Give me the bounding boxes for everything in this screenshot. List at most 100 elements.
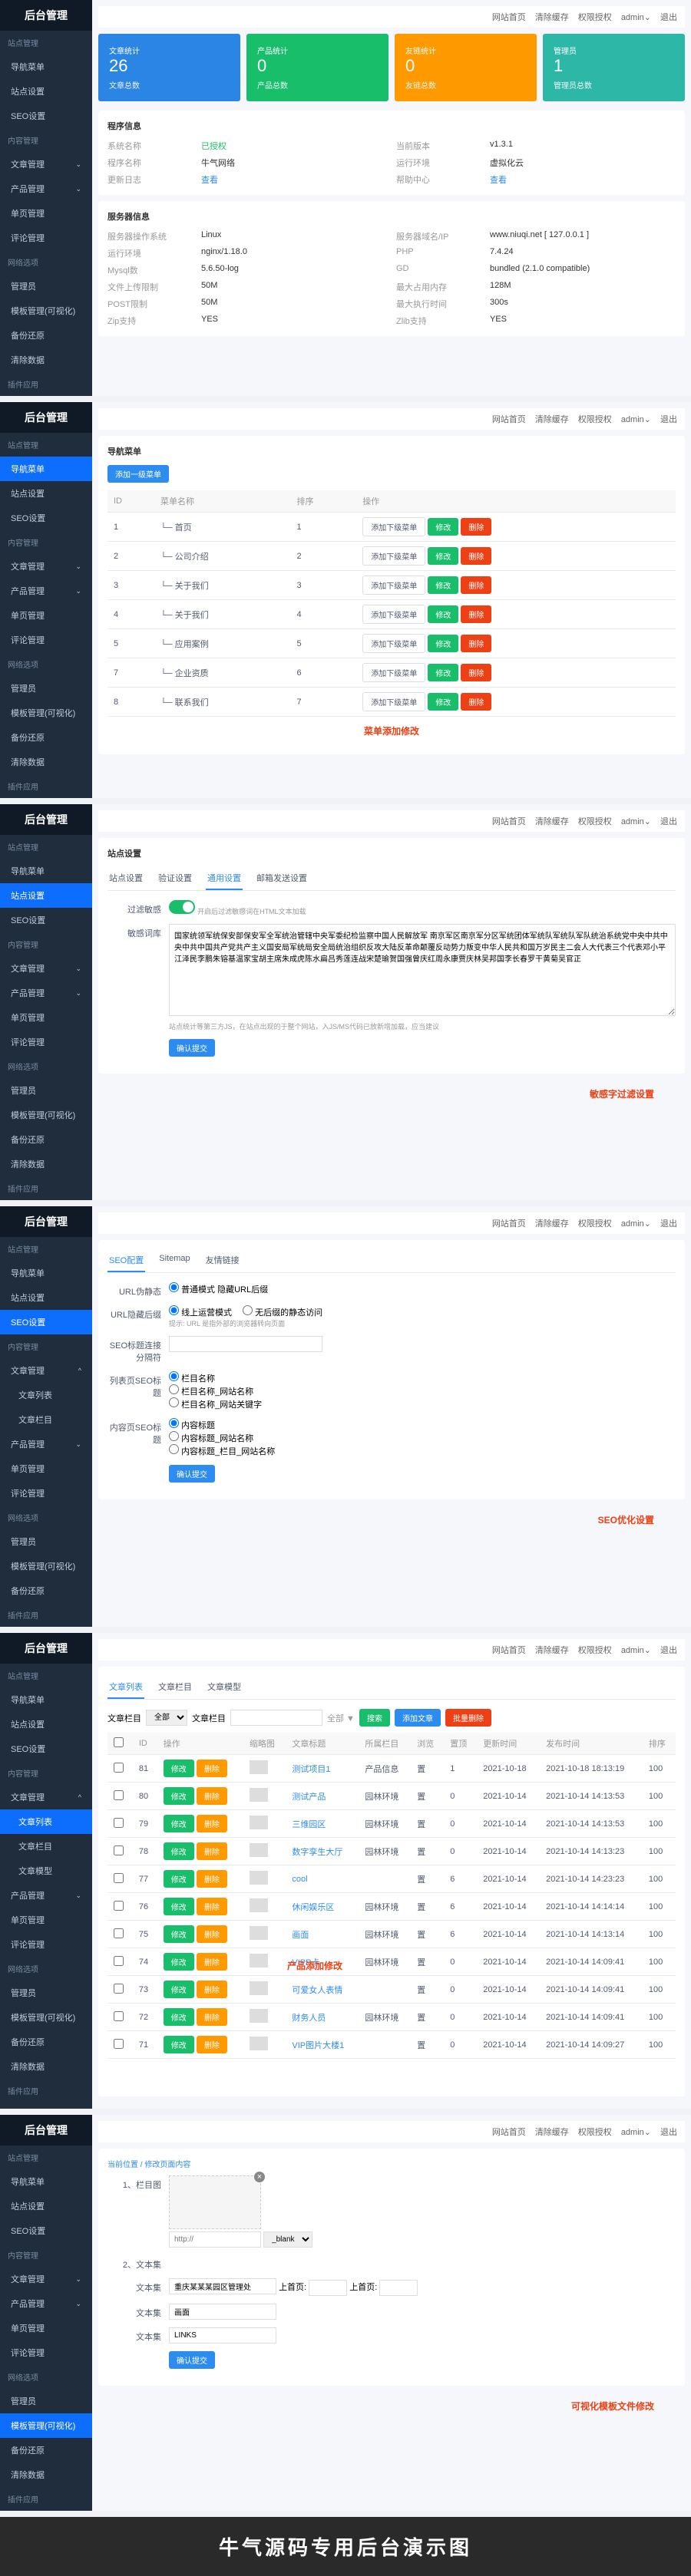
edit-button[interactable]: 修改 <box>164 1815 194 1832</box>
edit-button[interactable]: 修改 <box>164 1760 194 1777</box>
row-checkbox[interactable] <box>114 1984 124 1994</box>
tab-site[interactable]: 站点设置 <box>107 867 144 890</box>
text1-input[interactable] <box>169 2278 276 2294</box>
tab-sitemap[interactable]: Sitemap <box>157 1249 191 1272</box>
tab-email[interactable]: 邮箱发送设置 <box>255 867 309 890</box>
filter-switch[interactable] <box>169 900 195 914</box>
backup-menu-item[interactable]: 备份还原 <box>0 323 92 348</box>
add-sub-button[interactable]: 添加下级菜单 <box>362 517 425 536</box>
edit-button[interactable]: 修改 <box>428 547 458 565</box>
edit-button[interactable]: 修改 <box>164 1898 194 1915</box>
changelog-link[interactable]: 查看 <box>201 173 387 186</box>
template-menu-item[interactable]: 模板管理(可视化) <box>0 298 92 323</box>
single-menu-item[interactable]: 单页管理 <box>0 201 92 226</box>
help-link[interactable]: 查看 <box>490 173 676 186</box>
edit-button[interactable]: 修改 <box>428 635 458 652</box>
search-input[interactable] <box>230 1710 322 1726</box>
article-title-link[interactable]: 测试产品 <box>292 1793 326 1802</box>
article-title-link[interactable]: cool <box>292 1875 307 1884</box>
tab-general[interactable]: 通用设置 <box>206 867 243 890</box>
edit-button[interactable]: 修改 <box>428 518 458 536</box>
row-checkbox[interactable] <box>114 2011 124 2021</box>
row-checkbox[interactable] <box>114 1763 124 1773</box>
text3-input[interactable] <box>169 2327 276 2343</box>
article-title-link[interactable]: 财务人员 <box>292 2014 326 2023</box>
template-menu-active[interactable]: 模板管理(可视化) <box>0 2413 92 2438</box>
nav-menu-item-active[interactable]: 导航菜单 <box>0 457 92 481</box>
clear-menu-item[interactable]: 清除数据 <box>0 348 92 372</box>
delete-button[interactable]: 删除 <box>461 576 491 594</box>
add-article-button[interactable]: 添加文章 <box>395 1709 441 1727</box>
row-checkbox[interactable] <box>114 1901 124 1911</box>
article-title-link[interactable]: VIP图片大楼1 <box>292 2041 344 2050</box>
delete-button[interactable]: 删除 <box>461 664 491 681</box>
urlmode-radio[interactable] <box>169 1282 179 1292</box>
row-checkbox[interactable] <box>114 1818 124 1828</box>
tab-links[interactable]: 友情链接 <box>204 1249 241 1272</box>
clear-cache-link[interactable]: 清除缓存 <box>535 11 569 23</box>
site-menu-item[interactable]: 站点设置 <box>0 79 92 104</box>
edit-button[interactable]: 修改 <box>164 1870 194 1888</box>
add-sub-button[interactable]: 添加下级菜单 <box>362 576 425 595</box>
add-sub-button[interactable]: 添加下级菜单 <box>362 663 425 682</box>
delete-button[interactable]: 删除 <box>197 1981 227 1998</box>
delete-button[interactable]: 删除 <box>197 2008 227 2026</box>
delete-button[interactable]: 删除 <box>461 605 491 623</box>
delimiter-input[interactable] <box>169 1336 322 1352</box>
target-select[interactable]: _blank <box>263 2231 312 2248</box>
delete-button[interactable]: 删除 <box>461 693 491 711</box>
row-checkbox[interactable] <box>114 1928 124 1938</box>
article-list-active[interactable]: 文章列表 <box>0 1809 92 1834</box>
url-input[interactable] <box>169 2231 261 2248</box>
delete-button[interactable]: 删除 <box>197 1787 227 1805</box>
image-upload[interactable]: × <box>169 2175 261 2229</box>
perm-link[interactable]: 权限授权 <box>578 11 612 23</box>
add-menu-button[interactable]: 添加一级菜单 <box>107 465 169 483</box>
article-title-link[interactable]: 测试项目1 <box>292 1765 330 1774</box>
sensitive-words-textarea[interactable]: 国家统领军统保安部保安军全军统治管辖中央军委纪检监察中国人民解放军 南京军区南京… <box>169 924 676 1016</box>
delete-button[interactable]: 删除 <box>197 2036 227 2053</box>
add-sub-button[interactable]: 添加下级菜单 <box>362 546 425 566</box>
tab-article-model[interactable]: 文章模型 <box>206 1676 243 1699</box>
article-menu-item[interactable]: 文章管理⌄ <box>0 152 92 176</box>
edit-button[interactable]: 修改 <box>428 693 458 711</box>
delete-button[interactable]: 删除 <box>197 1760 227 1777</box>
article-title-link[interactable]: 三维园区 <box>292 1820 326 1829</box>
delete-button[interactable]: 删除 <box>461 518 491 536</box>
edit-button[interactable]: 修改 <box>164 2036 194 2053</box>
tab-seo[interactable]: SEO配置 <box>107 1249 145 1272</box>
article-title-link[interactable]: 可爱女人表情 <box>292 1986 342 1995</box>
batch-delete-button[interactable]: 批量删除 <box>445 1709 491 1727</box>
edit-button[interactable]: 修改 <box>164 1981 194 1998</box>
tab-article-cat[interactable]: 文章栏目 <box>157 1676 193 1699</box>
site-menu-active[interactable]: 站点设置 <box>0 883 92 908</box>
seo-menu-item[interactable]: SEO设置 <box>0 104 92 128</box>
search-button[interactable]: 搜索 <box>359 1709 390 1727</box>
edit-button[interactable]: 修改 <box>164 1842 194 1860</box>
admin-menu-item[interactable]: 管理员 <box>0 274 92 298</box>
tab-verify[interactable]: 验证设置 <box>157 867 193 890</box>
template-submit-button[interactable]: 确认提交 <box>169 2351 215 2369</box>
logout-link[interactable]: 退出 <box>660 11 677 23</box>
edit-button[interactable]: 修改 <box>428 605 458 623</box>
nav-menu-item[interactable]: 导航菜单 <box>0 54 92 79</box>
delete-button[interactable]: 删除 <box>197 1815 227 1832</box>
category-select[interactable]: 全部 <box>146 1710 187 1726</box>
add-sub-button[interactable]: 添加下级菜单 <box>362 605 425 624</box>
delete-button[interactable]: 删除 <box>197 1870 227 1888</box>
admin-dropdown[interactable]: admin⌄ <box>621 12 651 22</box>
row-checkbox[interactable] <box>114 2039 124 2049</box>
close-icon[interactable]: × <box>254 2172 265 2182</box>
delete-button[interactable]: 删除 <box>461 635 491 652</box>
seo-menu-active[interactable]: SEO设置 <box>0 1310 92 1334</box>
product-menu-item[interactable]: 产品管理⌄ <box>0 176 92 201</box>
edit-button[interactable]: 修改 <box>164 2008 194 2026</box>
row-checkbox[interactable] <box>114 1873 124 1883</box>
delete-button[interactable]: 删除 <box>197 1925 227 1943</box>
article-title-link[interactable]: 数字孪生大厅 <box>292 1848 342 1857</box>
edit-button[interactable]: 修改 <box>164 1787 194 1805</box>
comment-menu-item[interactable]: 评论管理 <box>0 226 92 250</box>
article-title-link[interactable]: 画面 <box>292 1931 309 1940</box>
row-checkbox[interactable] <box>114 1845 124 1855</box>
home-link[interactable]: 网站首页 <box>492 11 526 23</box>
